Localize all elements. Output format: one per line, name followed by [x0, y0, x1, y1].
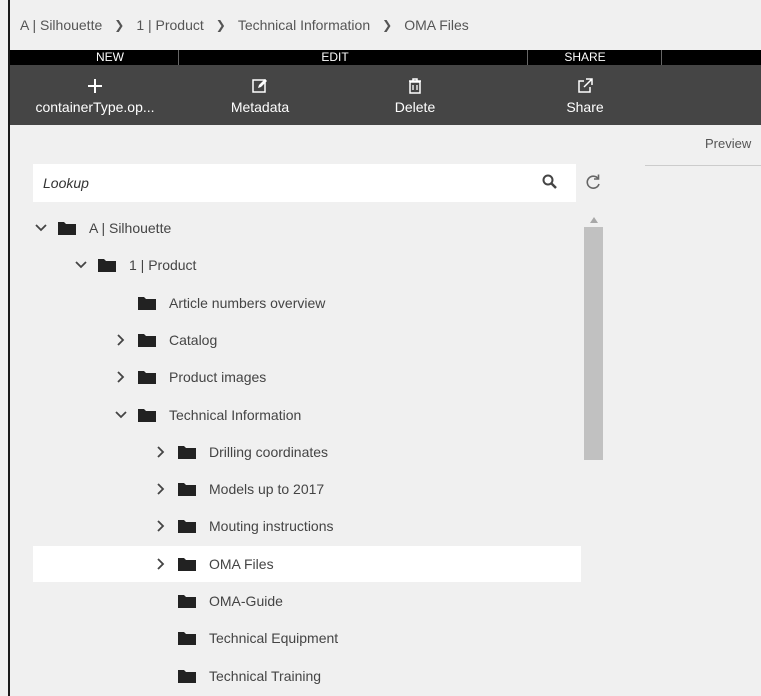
tree-item[interactable]: Article numbers overview: [33, 285, 581, 321]
tree-item-label: OMA-Guide: [209, 593, 283, 609]
share-icon: [576, 75, 594, 97]
chevron-right-icon[interactable]: [155, 558, 167, 570]
breadcrumb-item-technical-information[interactable]: Technical Information: [238, 17, 370, 33]
edit-icon: [251, 75, 269, 97]
folder-icon: [138, 408, 156, 422]
tree-item[interactable]: Models up to 2017: [33, 471, 581, 507]
toolbar-divider: [661, 50, 662, 65]
chevron-right-icon[interactable]: [155, 483, 167, 495]
scrollbar-thumb[interactable]: [584, 227, 603, 460]
tree-item-label: Technical Equipment: [209, 630, 339, 647]
group-label-new: NEW: [96, 50, 124, 64]
folder-icon: [178, 445, 196, 459]
metadata-button-label: Metadata: [230, 99, 290, 115]
group-label-share: SHARE: [564, 50, 606, 64]
folder-icon: [178, 557, 196, 571]
chevron-down-icon[interactable]: [75, 259, 87, 271]
tree-item-label: Mouting instructions: [209, 518, 334, 535]
chevron-right-icon[interactable]: [115, 334, 127, 346]
tree-item[interactable]: Product images: [33, 359, 581, 395]
preview-tab[interactable]: Preview: [705, 136, 751, 151]
delete-button-label: Delete: [394, 99, 436, 115]
breadcrumb-item-silhouette[interactable]: A | Silhouette: [20, 17, 102, 33]
folder-icon: [178, 594, 196, 608]
folder-icon: [178, 631, 196, 646]
trash-icon: [407, 75, 423, 97]
tree-item[interactable]: OMA-Guide: [33, 583, 581, 619]
tree-item-label: Article numbers overview: [169, 294, 326, 311]
tree-item[interactable]: Catalog: [33, 322, 581, 358]
folder-icon: [178, 519, 196, 534]
breadcrumb: A | Silhouette ❯ 1 | Product ❯ Technical…: [20, 0, 469, 50]
toolbar: containerType.op... Metadata Delete Shar…: [10, 65, 761, 125]
chevron-right-icon: ❯: [215, 18, 226, 32]
tree-item-label: A | Silhouette: [89, 220, 172, 236]
tree-item-label: 1 | Product: [129, 257, 197, 274]
tree-item[interactable]: Technical Information: [33, 397, 581, 433]
search-input[interactable]: [33, 164, 513, 202]
folder-icon: [98, 258, 116, 273]
breadcrumb-item-oma-files: OMA Files: [404, 17, 469, 33]
search-icon[interactable]: [542, 174, 558, 195]
folder-icon: [138, 370, 156, 385]
chevron-right-icon: ❯: [114, 18, 125, 32]
tree-item[interactable]: Drilling coordinates: [33, 434, 581, 470]
toolbar-divider: [527, 50, 528, 65]
toolbar-divider: [178, 50, 179, 65]
chevron-right-icon[interactable]: [115, 371, 127, 383]
tree-item[interactable]: Technical Equipment: [33, 620, 581, 656]
tree-item-label: Drilling coordinates: [209, 443, 329, 460]
tree-item[interactable]: A | Silhouette: [33, 210, 581, 246]
folder-icon: [138, 333, 156, 347]
tree-item-label: Product images: [169, 369, 267, 386]
folder-icon: [138, 296, 156, 310]
share-button[interactable]: Share: [555, 65, 615, 125]
group-label-edit: EDIT: [321, 50, 349, 64]
chevron-right-icon: ❯: [382, 18, 393, 32]
tree-item-label: Technical Information: [169, 406, 302, 423]
toolbar-group-header: NEW EDIT SHARE: [10, 50, 761, 65]
tree-item[interactable]: 1 | Product: [33, 247, 581, 283]
tree-item-label: Catalog: [169, 331, 218, 348]
folder-icon: [178, 669, 196, 683]
plus-icon: [87, 75, 103, 97]
tree-item[interactable]: OMA Files: [33, 545, 581, 582]
search-box: [33, 164, 576, 202]
tree-item-label: OMA Files: [209, 555, 274, 572]
share-button-label: Share: [566, 99, 604, 115]
tree-item[interactable]: Mouting instructions: [33, 508, 581, 544]
chevron-right-icon[interactable]: [155, 520, 167, 533]
metadata-button[interactable]: Metadata: [215, 65, 305, 125]
folder-icon: [58, 221, 76, 235]
folder-tree: A | Silhouette 1 | Product Article numbers…: [33, 212, 581, 696]
new-button[interactable]: containerType.op...: [10, 65, 180, 125]
new-button-label: containerType.op...: [35, 99, 155, 115]
delete-button[interactable]: Delete: [380, 65, 450, 125]
chevron-right-icon[interactable]: [155, 446, 167, 458]
refresh-icon[interactable]: [585, 173, 601, 196]
tree-item[interactable]: Technical Training: [33, 658, 581, 694]
chevron-down-icon[interactable]: [35, 222, 47, 234]
scroll-up-icon[interactable]: [590, 210, 598, 228]
breadcrumb-item-product[interactable]: 1 | Product: [136, 17, 203, 33]
folder-icon: [178, 482, 196, 497]
chevron-down-icon[interactable]: [115, 409, 127, 421]
preview-divider: [645, 165, 761, 166]
tree-item-label: Technical Training: [209, 667, 322, 684]
tree-item-label: Models up to 2017: [209, 481, 325, 498]
